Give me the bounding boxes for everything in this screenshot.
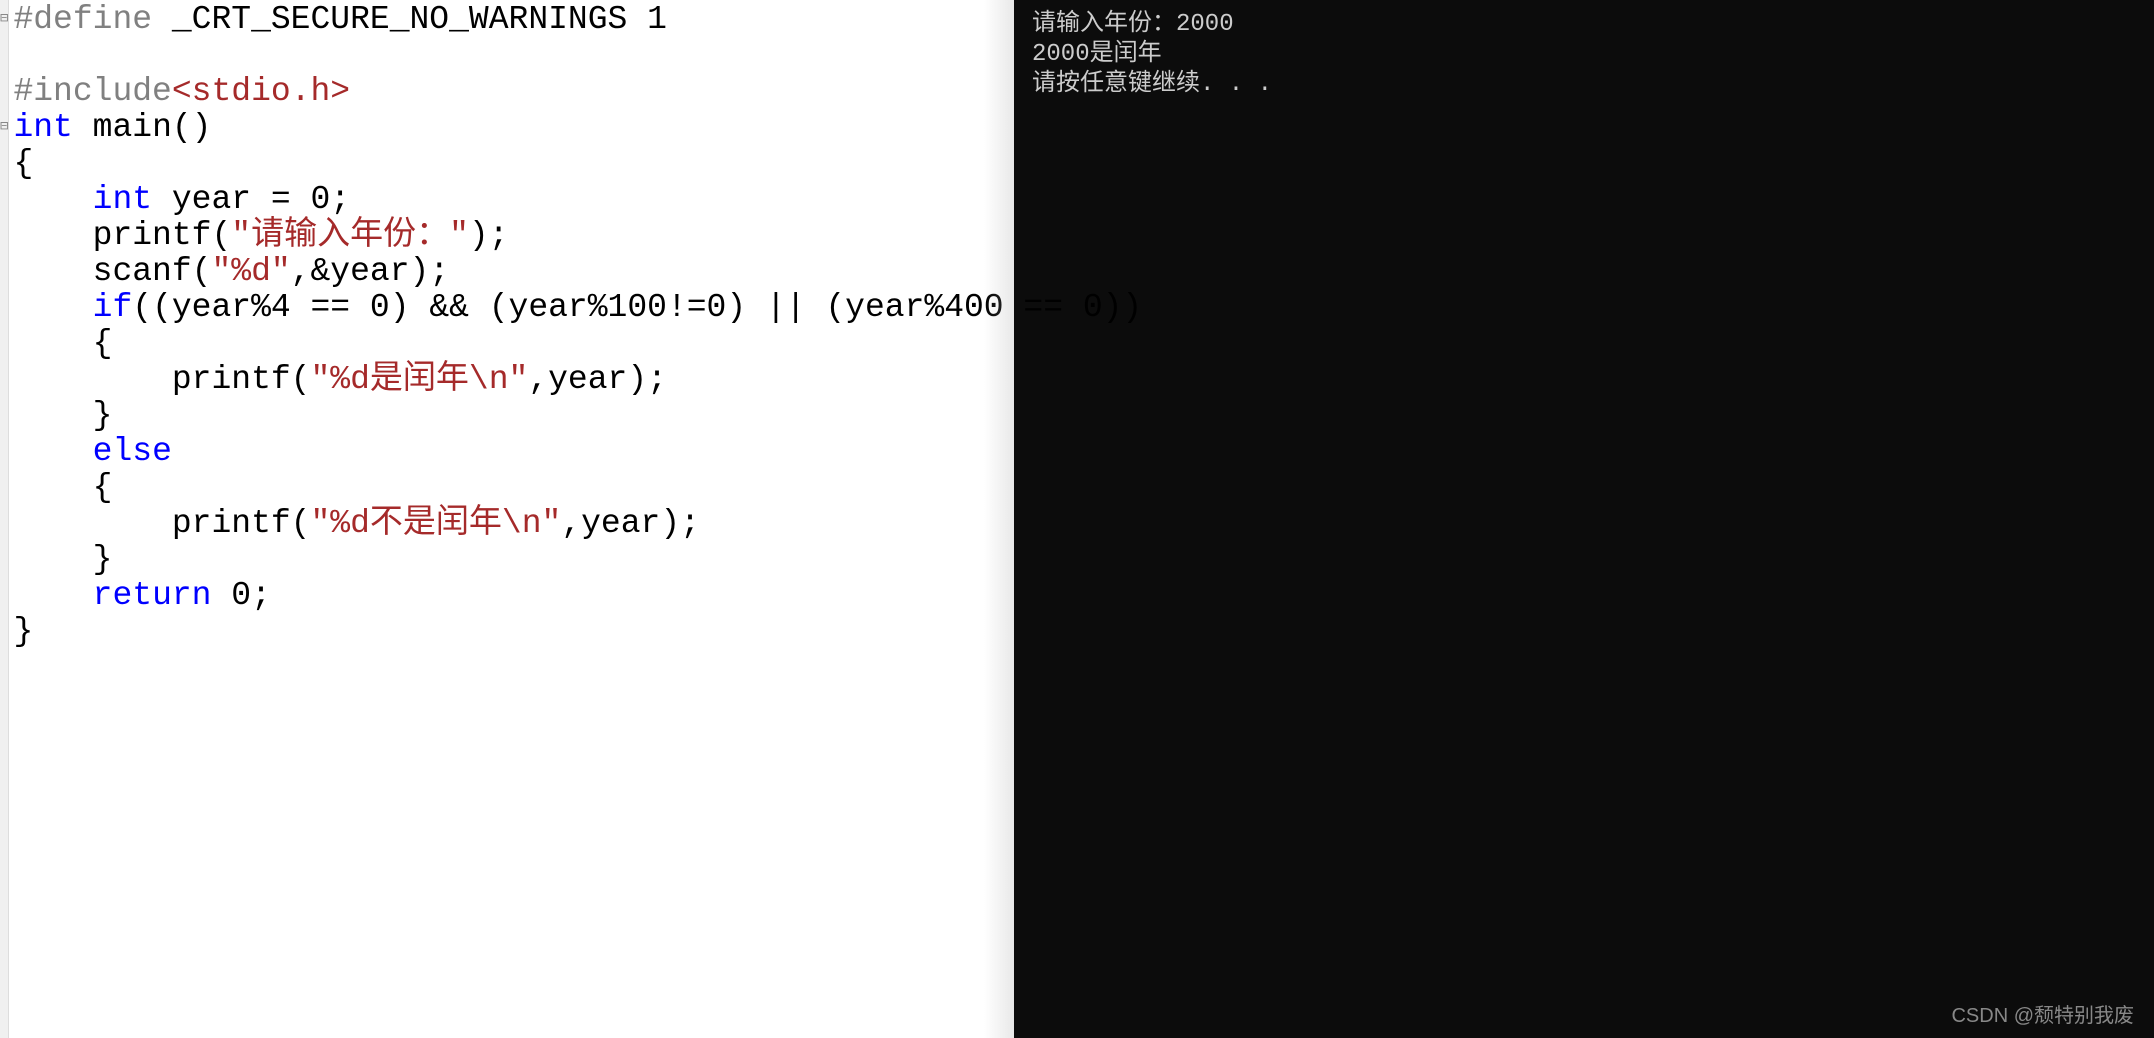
- code-token: ,year);: [561, 506, 700, 542]
- code-token: );: [469, 218, 509, 254]
- code-line[interactable]: int year = 0;: [13, 182, 1142, 218]
- code-line[interactable]: else: [13, 434, 1142, 470]
- code-line[interactable]: {: [13, 326, 1142, 362]
- code-line[interactable]: {: [13, 146, 1142, 182]
- code-token: {: [13, 326, 112, 362]
- code-token: printf(: [13, 506, 310, 542]
- fold-marker: [0, 468, 8, 504]
- fold-marker: [0, 72, 8, 108]
- code-token: "%d是闰年\n": [311, 362, 529, 398]
- code-token: [13, 182, 92, 218]
- fold-marker: [0, 288, 8, 324]
- code-token: return: [93, 578, 212, 614]
- code-token: main(): [73, 110, 212, 146]
- fold-marker: [0, 540, 8, 576]
- code-token: }: [13, 542, 112, 578]
- code-line[interactable]: scanf("%d",&year);: [13, 254, 1142, 290]
- panel-divider-shadow: [984, 0, 1014, 1038]
- fold-marker: [0, 252, 8, 288]
- fold-marker: [0, 576, 8, 612]
- fold-marker: [0, 36, 8, 72]
- code-token: <stdio.h>: [172, 74, 350, 110]
- code-token: [13, 434, 92, 470]
- code-token: "请输入年份：": [231, 218, 469, 254]
- code-token: scanf(: [13, 254, 211, 290]
- fold-marker[interactable]: ⊟: [0, 108, 8, 144]
- code-token: printf(: [13, 362, 310, 398]
- code-token: #define: [13, 2, 152, 38]
- code-token: else: [93, 434, 172, 470]
- code-token: }: [13, 398, 112, 434]
- code-area[interactable]: #define _CRT_SECURE_NO_WARNINGS 1 #includ…: [9, 0, 1142, 1038]
- fold-marker[interactable]: ⊟: [0, 0, 8, 36]
- code-line[interactable]: }: [13, 542, 1142, 578]
- console-line: 2000是闰年: [1032, 40, 2136, 70]
- code-token: _CRT_SECURE_NO_WARNINGS 1: [152, 2, 667, 38]
- code-token: [13, 290, 92, 326]
- fold-marker: [0, 504, 8, 540]
- fold-marker: [0, 180, 8, 216]
- code-line[interactable]: #include<stdio.h>: [13, 74, 1142, 110]
- code-token: ,&year);: [291, 254, 449, 290]
- code-token: if: [93, 290, 133, 326]
- code-token: }: [13, 614, 33, 650]
- code-token: "%d不是闰年\n": [311, 506, 562, 542]
- code-line[interactable]: printf("%d不是闰年\n",year);: [13, 506, 1142, 542]
- code-token: {: [13, 146, 33, 182]
- code-line[interactable]: }: [13, 614, 1142, 650]
- code-token: int: [13, 110, 72, 146]
- fold-marker: [0, 144, 8, 180]
- fold-marker: [0, 324, 8, 360]
- code-line[interactable]: int main(): [13, 110, 1142, 146]
- code-token: 0;: [211, 578, 270, 614]
- code-token: "%d": [211, 254, 290, 290]
- console-line: 请按任意键继续. . .: [1032, 70, 2136, 100]
- code-token: year = 0;: [152, 182, 350, 218]
- code-gutter: ⊟⊟: [0, 0, 9, 1038]
- code-token: printf(: [13, 218, 231, 254]
- console-output-panel[interactable]: 请输入年份：20002000是闰年请按任意键继续. . .: [1014, 0, 2154, 1038]
- code-line[interactable]: [13, 38, 1142, 74]
- watermark-text: CSDN @颓特别我废: [1951, 999, 2134, 1028]
- console-line: 请输入年份：2000: [1032, 10, 2136, 40]
- code-line[interactable]: #define _CRT_SECURE_NO_WARNINGS 1: [13, 2, 1142, 38]
- fold-marker: [0, 360, 8, 396]
- code-line[interactable]: return 0;: [13, 578, 1142, 614]
- code-token: int: [93, 182, 152, 218]
- code-token: #include: [13, 74, 171, 110]
- code-line[interactable]: {: [13, 470, 1142, 506]
- code-line[interactable]: }: [13, 398, 1142, 434]
- code-token: ,year);: [528, 362, 667, 398]
- fold-marker: [0, 396, 8, 432]
- fold-marker: [0, 432, 8, 468]
- code-line[interactable]: printf("%d是闰年\n",year);: [13, 362, 1142, 398]
- code-line[interactable]: if((year%4 == 0) && (year%100!=0) || (ye…: [13, 290, 1142, 326]
- fold-marker: [0, 216, 8, 252]
- code-token: {: [13, 470, 112, 506]
- code-line[interactable]: printf("请输入年份：");: [13, 218, 1142, 254]
- fold-marker: [0, 612, 8, 648]
- code-token: [13, 578, 92, 614]
- code-editor-panel: ⊟⊟ #define _CRT_SECURE_NO_WARNINGS 1#inc…: [0, 0, 1014, 1038]
